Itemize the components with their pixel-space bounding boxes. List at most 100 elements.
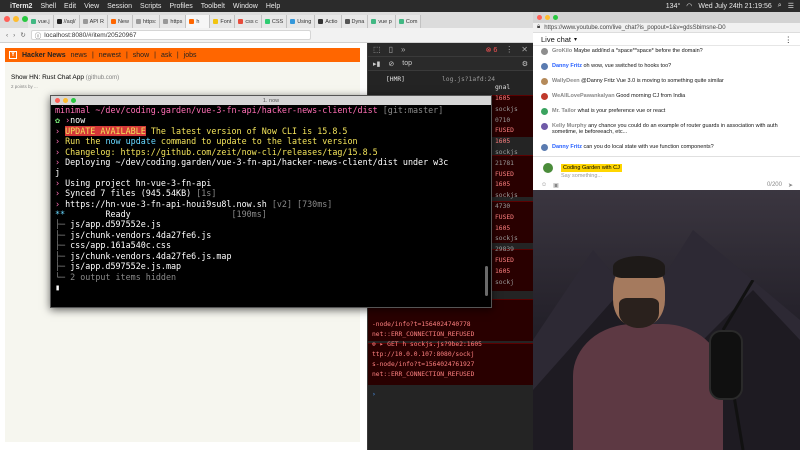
chat-header-title[interactable]: Live chat: [541, 35, 571, 44]
chat-author[interactable]: Mr. Tailor: [552, 108, 576, 114]
device-toggle-icon[interactable]: ▯: [389, 45, 393, 54]
hn-nav-jobs[interactable]: jobs: [184, 52, 197, 59]
hn-nav-show[interactable]: show: [133, 52, 149, 59]
close-window-icon[interactable]: [537, 15, 542, 20]
hn-nav-news[interactable]: news: [71, 52, 87, 59]
minimize-window-icon[interactable]: [63, 98, 68, 103]
output-file: js/app.d597552e.js: [70, 219, 161, 230]
run-line-b: command to update to the latest version: [155, 136, 358, 147]
prompt-path: ~/dev/coding.garden/vue-3-fn-api/hacker-…: [95, 105, 378, 115]
menu-list-icon[interactable]: ☰: [788, 2, 794, 10]
emoji-icon[interactable]: ☺: [541, 182, 547, 189]
chat-address-bar[interactable]: 🔒︎ https://www.youtube.com/live_chat?is_…: [533, 23, 800, 33]
chevron-down-icon[interactable]: ▾: [574, 36, 577, 43]
menu-shell[interactable]: Shell: [40, 3, 56, 10]
more-tabs-icon[interactable]: »: [401, 45, 405, 54]
console-line: sockjs: [495, 149, 518, 156]
chat-message[interactable]: Kelly Murphy any chance you could do an …: [541, 123, 796, 135]
devtools-toolbar: ⬚ ▯ » ⊗ 6 ⋮ ✕: [368, 43, 533, 57]
deploy-url[interactable]: https://hn-vue-3-fn-api-houi9su8l.now.sh: [65, 199, 267, 209]
prompt-arrow-icon: ›: [55, 177, 61, 188]
back-icon[interactable]: ‹: [6, 32, 8, 39]
close-window-icon[interactable]: [55, 98, 60, 103]
close-window-icon[interactable]: [4, 16, 10, 22]
url-field[interactable]: ⓘ localhost:8080/#/item/20520967: [30, 30, 311, 40]
menu-help[interactable]: Help: [266, 3, 280, 10]
menu-view[interactable]: View: [84, 3, 99, 10]
ready-label: Ready: [105, 209, 131, 220]
console-sidebar-icon[interactable]: ▸▮: [373, 60, 380, 68]
close-devtools-icon[interactable]: ✕: [521, 45, 528, 54]
chat-message[interactable]: Danny Fritz can you do local state with …: [541, 144, 796, 151]
super-chat-icon[interactable]: ▣: [553, 182, 559, 189]
menu-scripts[interactable]: Scripts: [140, 3, 161, 10]
chat-message[interactable]: GroKilo Maybe add/ind a *space**space* b…: [541, 48, 796, 55]
reload-icon[interactable]: ↻: [20, 31, 25, 39]
minimize-window-icon[interactable]: [13, 16, 19, 22]
browser-tab[interactable]: Font: [210, 15, 236, 28]
clear-console-icon[interactable]: ⊘: [388, 60, 394, 68]
chat-message[interactable]: Mr. Tailor what is your preference vue o…: [541, 108, 796, 115]
browser-tab[interactable]: vue p: [368, 15, 396, 28]
chat-message[interactable]: Danny Fritz oh wow, vue switched to hook…: [541, 63, 796, 70]
char-count: 0/200: [766, 182, 782, 188]
browser-tab[interactable]: Dyna: [341, 15, 369, 28]
send-icon[interactable]: ➤: [788, 182, 793, 189]
hn-item-domain[interactable]: (github.com): [86, 75, 119, 81]
kebab-menu-icon[interactable]: ⋮: [785, 35, 793, 44]
browser-tab[interactable]: Actio: [315, 15, 342, 28]
error-count-badge[interactable]: ⊗ 6: [486, 46, 498, 54]
hn-site-name[interactable]: Hacker News: [22, 52, 66, 59]
browser-tab[interactable]: css c: [235, 15, 262, 28]
output-file: js/app.d597552e.js.map: [70, 261, 182, 272]
forward-icon[interactable]: ›: [13, 32, 15, 39]
terminal-scrollbar[interactable]: [485, 266, 488, 296]
chat-author[interactable]: WeAllLovePawankalyan: [552, 93, 615, 99]
hn-item-title-text[interactable]: Show HN: Rust Chat App: [11, 74, 84, 81]
terminal-cursor: ▮: [55, 281, 61, 292]
context-selector[interactable]: top: [402, 60, 412, 67]
kebab-menu-icon[interactable]: ⋮: [505, 45, 513, 54]
chat-message[interactable]: WeAllLovePawankalyan Good morning CJ fro…: [541, 93, 796, 100]
menu-edit[interactable]: Edit: [64, 3, 76, 10]
console-prompt-icon[interactable]: ›: [372, 391, 376, 398]
battery-status[interactable]: 134°: [666, 3, 680, 10]
search-icon[interactable]: ⌕: [778, 2, 782, 10]
browser-tab[interactable]: Using: [287, 15, 316, 28]
inspect-element-icon[interactable]: ⬚: [373, 45, 381, 54]
browser-tab[interactable]: //aql/: [53, 15, 80, 28]
lock-icon: 🔒︎: [537, 24, 541, 30]
browser-tab[interactable]: vue.j: [28, 15, 54, 28]
menu-session[interactable]: Session: [107, 3, 132, 10]
wifi-icon[interactable]: ◠: [686, 2, 692, 10]
browser-tab[interactable]: https:: [132, 15, 161, 28]
maximize-window-icon[interactable]: [22, 16, 28, 22]
chat-author[interactable]: GroKilo: [552, 48, 572, 54]
gear-icon[interactable]: ⚙: [522, 60, 528, 68]
menu-window[interactable]: Window: [233, 3, 258, 10]
browser-tab[interactable]: Com: [395, 15, 422, 28]
ready-time: [190ms]: [231, 209, 267, 220]
hn-nav-newest[interactable]: newest: [99, 52, 121, 59]
chat-author[interactable]: WallyDeen: [552, 78, 580, 84]
maximize-window-icon[interactable]: [71, 98, 76, 103]
hn-item-title[interactable]: Show HN: Rust Chat App (github.com): [11, 74, 119, 81]
browser-tab-active[interactable]: h: [186, 15, 211, 28]
hn-logo-icon[interactable]: Y: [9, 51, 17, 59]
clock[interactable]: Wed July 24th 21:19:56: [698, 3, 771, 10]
browser-tab[interactable]: https: [160, 15, 187, 28]
chat-author[interactable]: Danny Fritz: [552, 144, 582, 150]
browser-tab[interactable]: CSS: [261, 15, 288, 28]
terminal-output[interactable]: minimal ~/dev/coding.garden/vue-3-fn-api…: [55, 105, 491, 308]
chat-message[interactable]: WallyDeen @Danny Fritz Vue 3.0 is moving…: [541, 78, 796, 85]
menu-toolbelt[interactable]: Toolbelt: [201, 3, 225, 10]
browser-tab[interactable]: New: [107, 15, 133, 28]
menu-profiles[interactable]: Profiles: [169, 3, 192, 10]
minimize-window-icon[interactable]: [545, 15, 550, 20]
chat-input[interactable]: Say something...: [561, 173, 602, 179]
browser-tab[interactable]: API R: [79, 15, 108, 28]
hn-nav-ask[interactable]: ask: [161, 52, 172, 59]
menu-app-name[interactable]: iTerm2: [10, 3, 32, 10]
maximize-window-icon[interactable]: [553, 15, 558, 20]
chat-author[interactable]: Danny Fritz: [552, 63, 582, 69]
